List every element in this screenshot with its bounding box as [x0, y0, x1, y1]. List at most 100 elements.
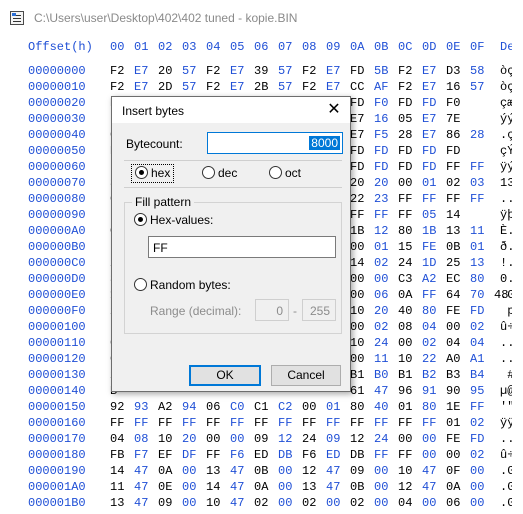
- hex-byte[interactable]: 1D: [422, 256, 436, 270]
- hex-byte[interactable]: FF: [470, 160, 484, 174]
- hex-byte[interactable]: 13: [470, 256, 484, 270]
- hex-byte[interactable]: FF: [326, 416, 340, 430]
- hex-byte[interactable]: FD: [446, 144, 460, 158]
- hex-byte[interactable]: 0A: [398, 288, 412, 302]
- oct-radio[interactable]: [269, 166, 282, 179]
- hex-byte[interactable]: 11: [110, 480, 124, 494]
- hex-byte[interactable]: 00: [350, 352, 364, 366]
- hex-byte[interactable]: 16: [374, 112, 388, 126]
- hex-byte[interactable]: FD: [470, 432, 484, 446]
- hex-byte[interactable]: FF: [446, 160, 460, 174]
- hex-byte[interactable]: 02: [374, 256, 388, 270]
- hex-byte[interactable]: E7: [134, 80, 148, 94]
- hex-byte[interactable]: 03: [470, 176, 484, 190]
- hex-byte[interactable]: 11: [374, 352, 388, 366]
- hex-byte[interactable]: FD: [422, 144, 436, 158]
- hex-byte[interactable]: 57: [278, 80, 292, 94]
- hex-byte[interactable]: 39: [254, 64, 268, 78]
- hex-byte[interactable]: 10: [158, 432, 172, 446]
- hex-byte[interactable]: 80: [398, 224, 412, 238]
- hex-byte[interactable]: 11: [470, 224, 484, 238]
- hex-byte[interactable]: 1E: [446, 400, 460, 414]
- hex-byte[interactable]: 00: [350, 272, 364, 286]
- hex-byte[interactable]: 20: [374, 176, 388, 190]
- hex-byte[interactable]: FF: [134, 416, 148, 430]
- hex-byte[interactable]: F6: [230, 448, 244, 462]
- hex-byte[interactable]: 08: [134, 432, 148, 446]
- hex-row[interactable]: 00000150 92 93 A2 94 06 C0 C1 C2 00 01 80 40 01 80 1E FF…: [0, 400, 523, 416]
- hex-byte[interactable]: 01: [398, 400, 412, 414]
- hex-row[interactable]: 000001A0 11 47 0E 00 14 47 0A 00 13 47 0B 00 12 47 0A 00…: [0, 480, 523, 496]
- hex-byte[interactable]: 2D: [158, 80, 172, 94]
- hex-byte[interactable]: 20: [158, 64, 172, 78]
- hex-byte[interactable]: F7: [134, 448, 148, 462]
- hex-byte[interactable]: 10: [398, 352, 412, 366]
- hex-byte[interactable]: 10: [206, 496, 220, 510]
- hex-byte[interactable]: 24: [398, 256, 412, 270]
- hex-byte[interactable]: 05: [398, 112, 412, 126]
- hex-byte[interactable]: 28: [470, 128, 484, 142]
- hex-byte[interactable]: 02: [302, 496, 316, 510]
- hex-byte[interactable]: 00: [374, 272, 388, 286]
- hex-byte[interactable]: 0F: [446, 464, 460, 478]
- hex-byte[interactable]: 00: [350, 288, 364, 302]
- hex-byte[interactable]: F2: [110, 80, 124, 94]
- hex-byte[interactable]: EC: [446, 272, 460, 286]
- hex-byte[interactable]: FD: [470, 304, 484, 318]
- hex-byte[interactable]: FD: [350, 96, 364, 110]
- hex-byte[interactable]: 13: [446, 224, 460, 238]
- hex-byte[interactable]: 00: [278, 496, 292, 510]
- hex-byte[interactable]: E7: [422, 80, 436, 94]
- hex-byte[interactable]: 25: [446, 256, 460, 270]
- hex-byte[interactable]: A2: [422, 272, 436, 286]
- close-icon[interactable]: ✕: [324, 101, 344, 119]
- hex-byte[interactable]: 0E: [158, 480, 172, 494]
- hex-byte[interactable]: 47: [230, 496, 244, 510]
- hex-byte[interactable]: FB: [110, 448, 124, 462]
- hex-byte[interactable]: 80: [470, 272, 484, 286]
- ok-button[interactable]: OK: [189, 365, 261, 386]
- hex-row[interactable]: 00000010 F2 E7 2D 57 F2 E7 2B 57 F2 E7 CC AF F2 E7 16 57…: [0, 80, 523, 96]
- hex-byte[interactable]: FF: [398, 208, 412, 222]
- hex-byte[interactable]: DB: [278, 448, 292, 462]
- hex-byte[interactable]: 90: [446, 384, 460, 398]
- hex-byte[interactable]: 00: [374, 464, 388, 478]
- hex-byte[interactable]: 02: [446, 176, 460, 190]
- random-bytes-radio[interactable]: [134, 278, 147, 291]
- hex-byte[interactable]: 00: [470, 480, 484, 494]
- hex-byte[interactable]: FF: [350, 208, 364, 222]
- hex-byte[interactable]: FF: [470, 192, 484, 206]
- hex-byte[interactable]: A0: [446, 352, 460, 366]
- hex-byte[interactable]: FF: [374, 416, 388, 430]
- hex-byte[interactable]: 01: [374, 240, 388, 254]
- hex-byte[interactable]: A1: [470, 352, 484, 366]
- hex-byte[interactable]: DB: [350, 448, 364, 462]
- hex-byte[interactable]: 28: [398, 128, 412, 142]
- cancel-button[interactable]: Cancel: [271, 365, 341, 386]
- hex-byte[interactable]: F2: [398, 80, 412, 94]
- hex-byte[interactable]: FF: [422, 416, 436, 430]
- hex-byte[interactable]: 00: [398, 336, 412, 350]
- hex-byte[interactable]: FF: [254, 416, 268, 430]
- hex-byte[interactable]: 47: [134, 464, 148, 478]
- hex-byte[interactable]: 70: [470, 288, 484, 302]
- hex-byte[interactable]: 01: [470, 240, 484, 254]
- hex-byte[interactable]: E7: [230, 64, 244, 78]
- hex-byte[interactable]: 47: [134, 496, 148, 510]
- hex-byte[interactable]: E7: [326, 80, 340, 94]
- hex-byte[interactable]: FF: [230, 416, 244, 430]
- hex-byte[interactable]: FD: [350, 160, 364, 174]
- hex-byte[interactable]: 00: [206, 432, 220, 446]
- hex-byte[interactable]: 15: [398, 240, 412, 254]
- hex-byte[interactable]: 57: [182, 80, 196, 94]
- hex-byte[interactable]: 47: [422, 480, 436, 494]
- hex-byte[interactable]: C0: [230, 400, 244, 414]
- hex-byte[interactable]: E7: [230, 80, 244, 94]
- hex-values-radio[interactable]: [134, 213, 147, 226]
- hex-byte[interactable]: FD: [350, 64, 364, 78]
- hex-byte[interactable]: FF: [182, 416, 196, 430]
- hex-byte[interactable]: FF: [206, 416, 220, 430]
- hex-byte[interactable]: 47: [326, 464, 340, 478]
- hex-byte[interactable]: 00: [230, 432, 244, 446]
- bytecount-input[interactable]: 8000: [207, 132, 343, 154]
